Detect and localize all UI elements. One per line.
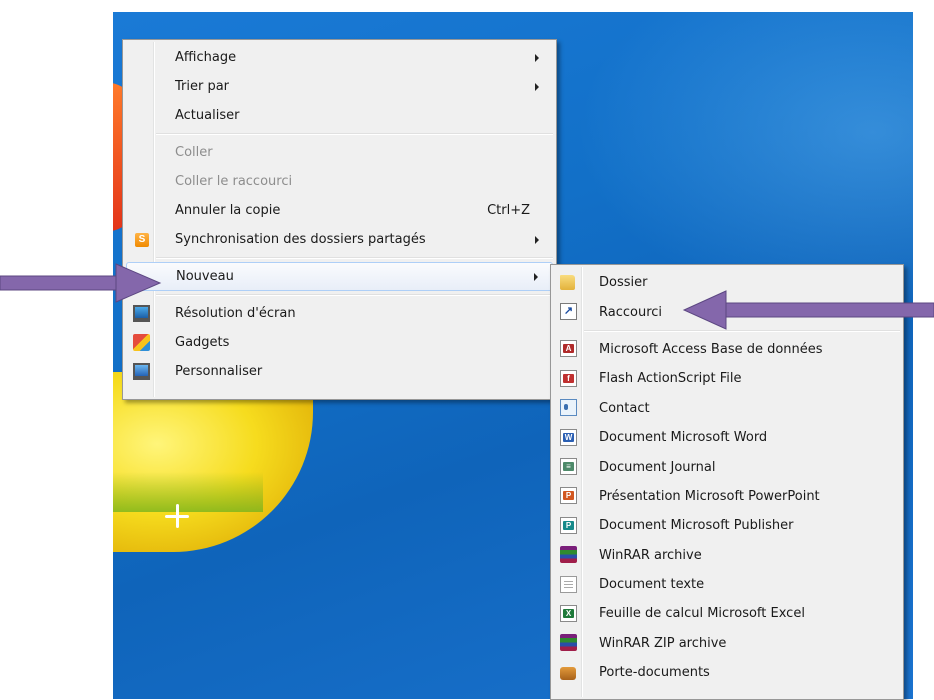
annotation-arrows	[0, 263, 934, 330]
annotation-arrow-right-icon	[682, 290, 934, 330]
annotation-arrow-left-icon	[0, 263, 162, 303]
